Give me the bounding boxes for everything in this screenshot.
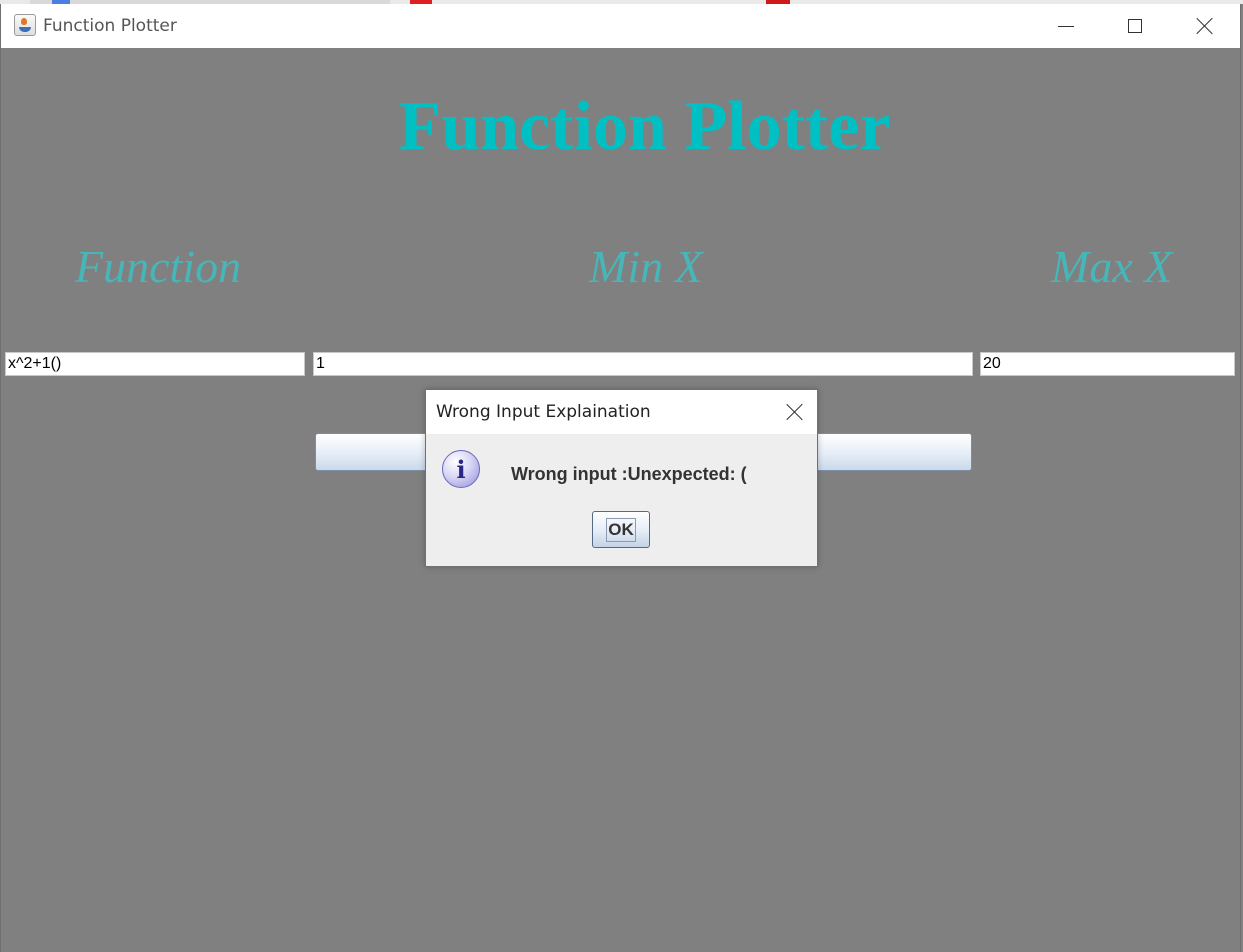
min-x-label: Min X — [589, 241, 703, 292]
info-icon: i — [442, 450, 480, 488]
ok-button-label: OK — [606, 517, 636, 542]
function-input[interactable]: x^2+1() — [5, 352, 305, 376]
dialog-title-bar: Wrong Input Explaination — [426, 390, 817, 434]
ok-button[interactable]: OK — [592, 511, 650, 548]
minimize-icon — [1058, 25, 1074, 27]
title-bar: Function Plotter — [1, 4, 1240, 48]
window-title: Function Plotter — [43, 16, 177, 36]
dialog-message: Wrong input :Unexpected: ( — [511, 464, 747, 484]
dialog-title: Wrong Input Explaination — [436, 402, 651, 422]
min-x-input[interactable]: 1 — [313, 352, 973, 376]
minimize-button[interactable] — [1032, 4, 1100, 48]
dialog-close-button[interactable] — [772, 390, 818, 434]
app-heading: Function Plotter — [398, 88, 891, 165]
max-x-label: Max X — [1051, 241, 1173, 292]
close-button[interactable] — [1171, 4, 1239, 48]
maximize-button[interactable] — [1101, 4, 1169, 48]
function-label: Function — [75, 241, 242, 292]
max-x-input[interactable]: 20 — [980, 352, 1235, 376]
close-icon — [1196, 17, 1214, 35]
java-cup-icon — [14, 14, 36, 36]
maximize-icon — [1128, 19, 1142, 33]
close-icon — [786, 403, 804, 421]
error-dialog: Wrong Input Explaination i Wrong input :… — [425, 389, 818, 567]
